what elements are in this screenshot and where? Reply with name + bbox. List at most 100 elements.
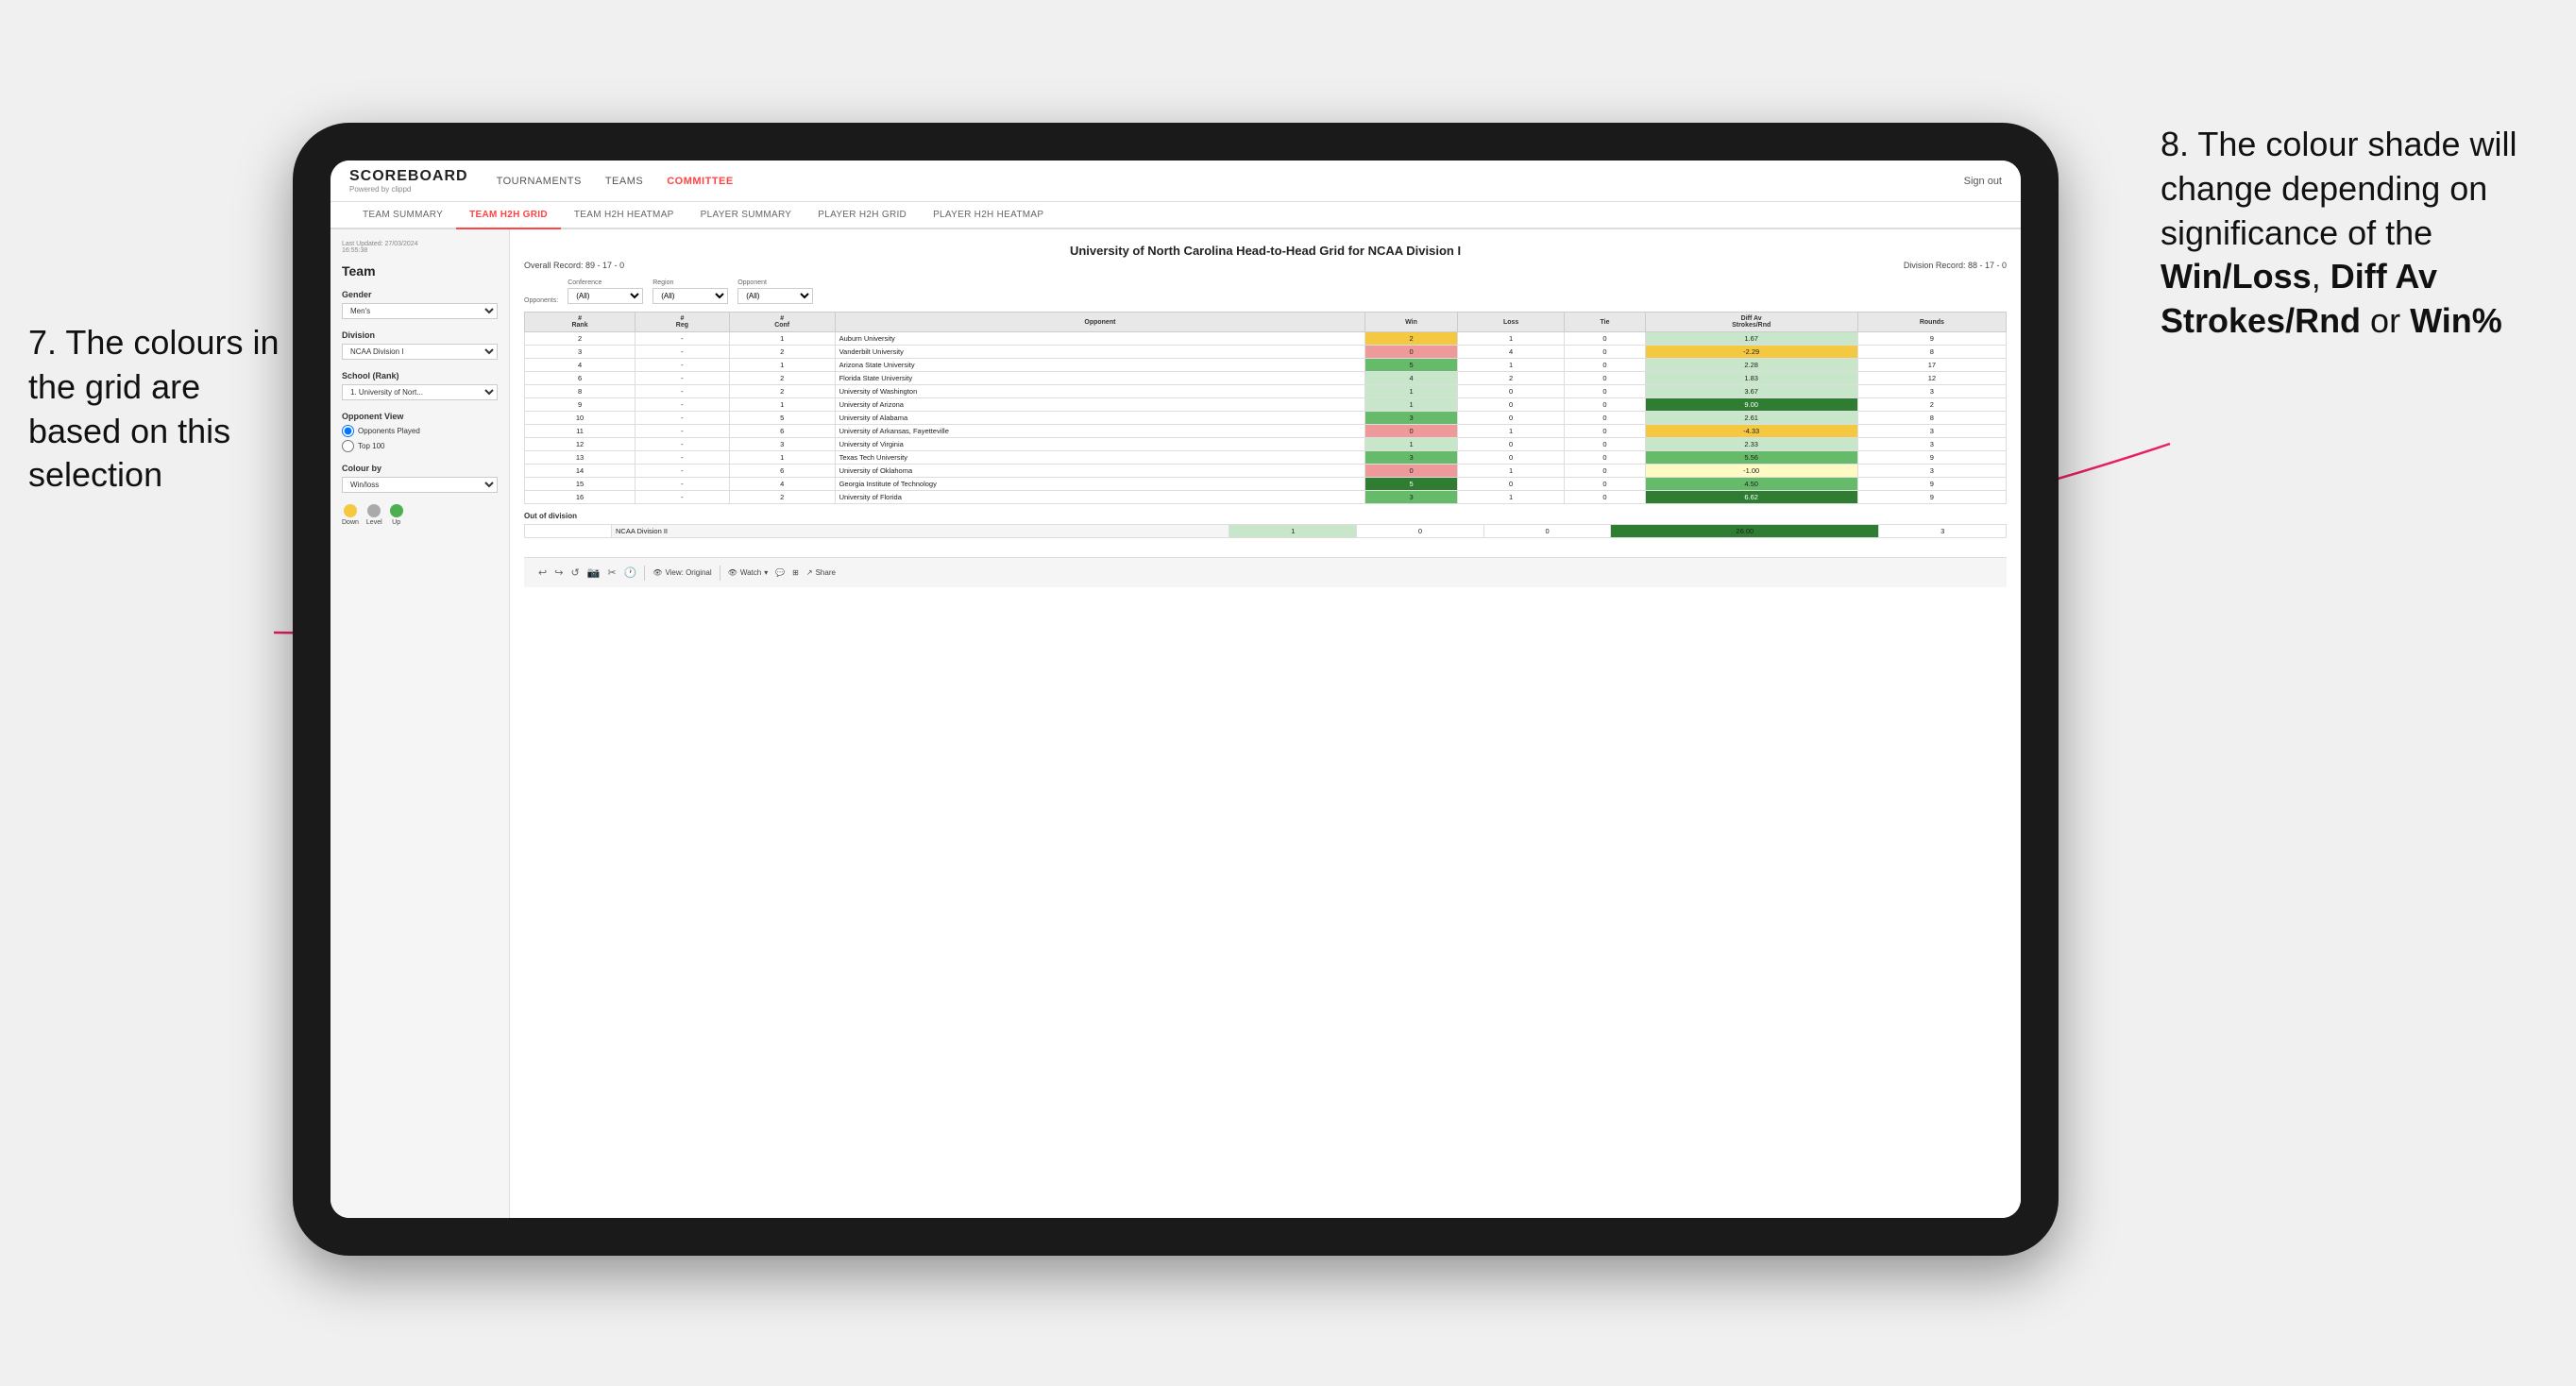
out-of-division-win: 1 (1229, 525, 1357, 538)
radio-top-100[interactable]: Top 100 (342, 440, 498, 452)
cell-opponent: University of Virginia (835, 438, 1365, 451)
cell-diff: 1.67 (1645, 332, 1857, 346)
cell-conf: 2 (729, 346, 835, 359)
nav-teams[interactable]: TEAMS (605, 176, 643, 187)
cell-loss: 2 (1457, 372, 1565, 385)
camera-icon[interactable]: 📷 (587, 566, 601, 579)
grid-btn[interactable]: ⊞ (792, 568, 799, 577)
undo-icon[interactable]: ↩ (538, 566, 547, 579)
cell-loss: 0 (1457, 385, 1565, 398)
grid-record: Overall Record: 89 - 17 - 0 Division Rec… (524, 261, 2007, 270)
table-row: 2 - 1 Auburn University 2 1 0 1.67 9 (525, 332, 2007, 346)
cell-diff: -2.29 (1645, 346, 1857, 359)
division-select[interactable]: NCAA Division I (342, 344, 498, 360)
redo-icon[interactable]: ↪ (554, 566, 563, 579)
conference-select[interactable]: (All) (568, 288, 643, 304)
cell-diff: 3.67 (1645, 385, 1857, 398)
nav-tournaments[interactable]: TOURNAMENTS (497, 176, 582, 187)
grid-content: University of North Carolina Head-to-Hea… (510, 229, 2021, 1218)
toolbar: ↩ ↪ ↺ 📷 ✂ 🕐 👁 View: Original 👁 Watch ▾ (524, 557, 2007, 587)
cell-loss: 1 (1457, 359, 1565, 372)
cell-diff: -1.00 (1645, 465, 1857, 478)
cell-loss: 0 (1457, 478, 1565, 491)
tab-player-h2h-heatmap[interactable]: PLAYER H2H HEATMAP (920, 202, 1057, 229)
out-of-division-table: NCAA Division II 1 0 0 26.00 3 (524, 524, 2007, 538)
cell-reg: - (636, 359, 730, 372)
tab-team-h2h-heatmap[interactable]: TEAM H2H HEATMAP (561, 202, 687, 229)
comment-btn[interactable]: 💬 (775, 568, 785, 577)
opponent-select[interactable]: (All) (737, 288, 813, 304)
cell-loss: 4 (1457, 346, 1565, 359)
school-select[interactable]: 1. University of Nort... (342, 384, 498, 400)
sidebar-team-section: Team (342, 263, 498, 279)
legend-level-label: Level (366, 519, 382, 526)
cell-rank: 11 (525, 425, 636, 438)
colour-legend: Down Level Up (342, 504, 498, 526)
share-btn[interactable]: ↗ Share (806, 568, 836, 577)
table-row: 14 - 6 University of Oklahoma 0 1 0 -1.0… (525, 465, 2007, 478)
cell-tie: 0 (1565, 332, 1645, 346)
cell-diff: 2.61 (1645, 412, 1857, 425)
sidebar-opponent-view: Opponent View Opponents Played Top 100 (342, 412, 498, 452)
cell-rounds: 9 (1857, 491, 2006, 504)
cell-rank: 9 (525, 398, 636, 412)
cell-conf: 1 (729, 359, 835, 372)
cell-rounds: 9 (1857, 451, 2006, 465)
tab-team-summary[interactable]: TEAM SUMMARY (349, 202, 456, 229)
gender-select[interactable]: Men's (342, 303, 498, 319)
watch-btn[interactable]: 👁 Watch ▾ (728, 568, 769, 577)
cell-diff: 5.56 (1645, 451, 1857, 465)
cell-win: 1 (1365, 398, 1458, 412)
table-row: 16 - 2 University of Florida 3 1 0 6.62 … (525, 491, 2007, 504)
col-diff: Diff AvStrokes/Rnd (1645, 313, 1857, 332)
cell-diff: 1.83 (1645, 372, 1857, 385)
tab-player-h2h-grid[interactable]: PLAYER H2H GRID (805, 202, 920, 229)
cell-reg: - (636, 412, 730, 425)
out-of-division-row: NCAA Division II 1 0 0 26.00 3 (525, 525, 2007, 538)
col-tie: Tie (1565, 313, 1645, 332)
tab-team-h2h-grid[interactable]: TEAM H2H GRID (456, 202, 561, 229)
legend-down: Down (342, 504, 359, 526)
cell-tie: 0 (1565, 359, 1645, 372)
main-content: Last Updated: 27/03/2024 16:55:38 Team G… (330, 229, 2021, 1218)
cell-reg: - (636, 425, 730, 438)
share-icon: ↗ (806, 568, 813, 577)
sign-out-link[interactable]: Sign out (1964, 176, 2002, 187)
radio-opponents-played[interactable]: Opponents Played (342, 425, 498, 437)
cell-loss: 1 (1457, 332, 1565, 346)
colour-by-select[interactable]: Win/loss (342, 477, 498, 493)
nav-committee[interactable]: COMMITTEE (667, 176, 734, 187)
cell-win: 0 (1365, 346, 1458, 359)
cell-opponent: University of Washington (835, 385, 1365, 398)
cell-opponent: Auburn University (835, 332, 1365, 346)
out-of-division-label-cell: NCAA Division II (611, 525, 1229, 538)
last-updated: Last Updated: 27/03/2024 16:55:38 (342, 241, 498, 254)
cell-rounds: 2 (1857, 398, 2006, 412)
legend-level: Level (366, 504, 382, 526)
region-select[interactable]: (All) (652, 288, 728, 304)
cell-loss: 0 (1457, 438, 1565, 451)
col-loss: Loss (1457, 313, 1565, 332)
cell-rounds: 9 (1857, 332, 2006, 346)
cell-loss: 0 (1457, 398, 1565, 412)
clock-icon[interactable]: 🕐 (624, 566, 637, 579)
tablet-screen: SCOREBOARD Powered by clippd TOURNAMENTS… (330, 161, 2021, 1218)
cell-conf: 2 (729, 385, 835, 398)
cell-tie: 0 (1565, 491, 1645, 504)
toolbar-divider-1 (644, 566, 645, 581)
cell-reg: - (636, 346, 730, 359)
refresh-icon[interactable]: ↺ (570, 566, 579, 579)
cell-rank: 6 (525, 372, 636, 385)
cell-reg: - (636, 385, 730, 398)
table-row: 11 - 6 University of Arkansas, Fayettevi… (525, 425, 2007, 438)
cell-opponent: University of Arizona (835, 398, 1365, 412)
crop-icon[interactable]: ✂ (607, 566, 616, 579)
tab-player-summary[interactable]: PLAYER SUMMARY (687, 202, 805, 229)
cell-rounds: 3 (1857, 385, 2006, 398)
table-row: 12 - 3 University of Virginia 1 0 0 2.33… (525, 438, 2007, 451)
cell-tie: 0 (1565, 438, 1645, 451)
view-original-btn[interactable]: 👁 View: Original (652, 568, 711, 577)
legend-up-label: Up (392, 519, 400, 526)
cell-diff: 6.62 (1645, 491, 1857, 504)
cell-win: 5 (1365, 359, 1458, 372)
